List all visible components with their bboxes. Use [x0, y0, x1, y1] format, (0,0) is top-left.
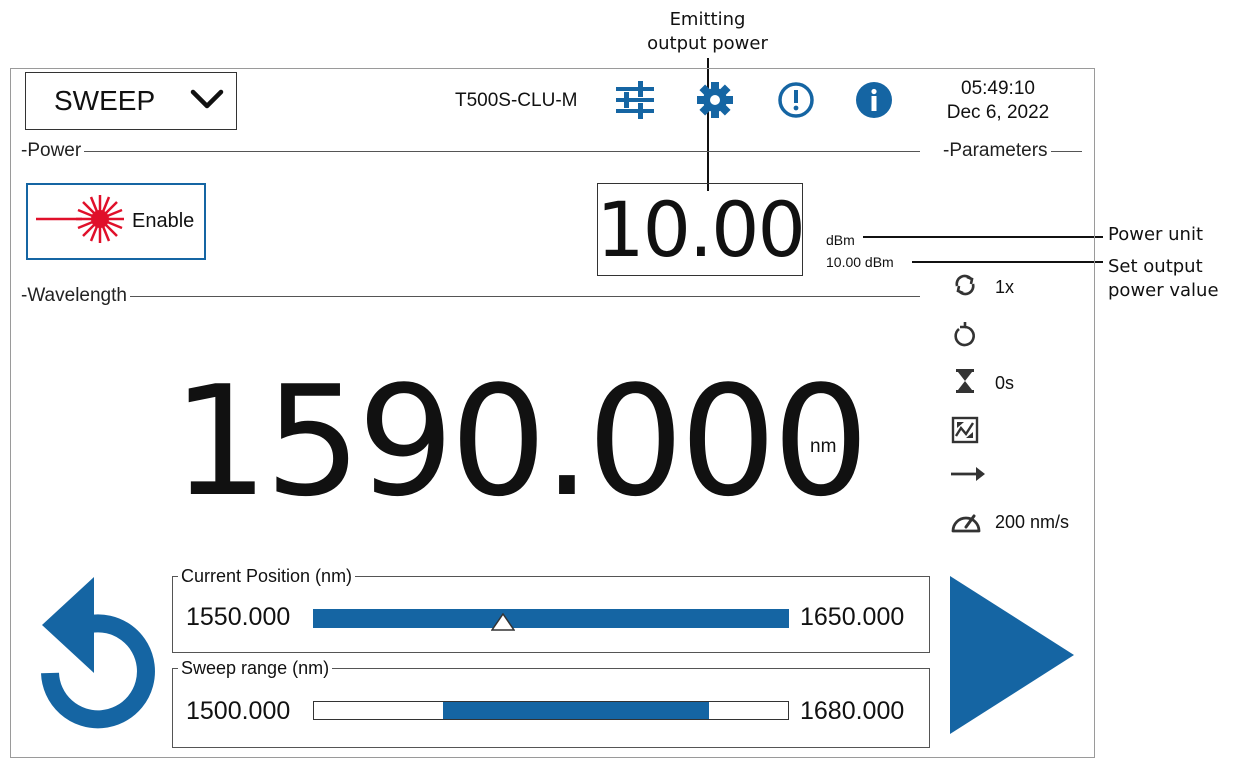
param-speed[interactable]: 200 nm/s — [949, 507, 1069, 538]
device-name: T500S-CLU-M — [455, 90, 578, 111]
arrow-right-icon — [950, 464, 986, 489]
sweep-range-bar[interactable] — [313, 701, 789, 720]
gear-icon[interactable] — [693, 78, 737, 122]
reset-sweep-button[interactable] — [22, 573, 162, 743]
laser-enable-label: Enable — [132, 210, 195, 232]
wavelength-unit: nm — [810, 436, 837, 457]
sweep-range-label: Sweep range (nm) — [178, 658, 333, 679]
param-reset[interactable] — [952, 320, 978, 353]
wavelength-section-title: -Wavelength — [18, 285, 130, 307]
param-dwell[interactable]: 0s — [952, 368, 1014, 399]
callout-emitting-line1: Emitting — [669, 9, 746, 30]
chevron-down-icon — [190, 88, 224, 115]
parameters-section-label: Parameters — [949, 140, 1048, 161]
callout-set-output-power: Set output power value — [1108, 255, 1219, 303]
set-power-value[interactable]: 10.00 dBm — [826, 254, 894, 270]
emitting-power-display: 10.00 — [596, 183, 806, 276]
trigger-icon — [951, 416, 979, 449]
mode-select[interactable]: SWEEP — [25, 72, 237, 130]
param-cycles[interactable]: 1x — [952, 272, 1014, 303]
parameters-section-title: -Parameters — [940, 140, 1051, 162]
callout-emitting-output-power: Emitting output power — [640, 8, 775, 56]
param-speed-value: 200 nm/s — [995, 512, 1070, 532]
sweep-range-max: 1680.000 — [800, 697, 905, 725]
clock-time: 05:49:10 — [961, 78, 1035, 99]
sliders-icon[interactable] — [613, 78, 657, 122]
repeat-icon — [952, 272, 978, 303]
param-dwell-value: 0s — [995, 373, 1015, 393]
callout-set-output-line2: power value — [1108, 280, 1219, 301]
speedometer-icon — [949, 507, 983, 538]
reset-icon — [952, 320, 978, 353]
mode-select-label: SWEEP — [54, 85, 156, 116]
wavelength-section-rule — [18, 296, 920, 297]
callout-set-output-line1: Set output — [1108, 256, 1203, 277]
current-position-label: Current Position (nm) — [178, 566, 356, 587]
laser-enable-button[interactable]: Enable — [26, 183, 206, 260]
callout-emitting-line2: output power — [647, 33, 768, 54]
sweep-range-fill — [442, 702, 710, 719]
alert-icon[interactable] — [774, 78, 818, 122]
wavelength-section-label: Wavelength — [27, 285, 127, 306]
param-direction[interactable] — [950, 464, 986, 489]
param-trigger[interactable] — [951, 416, 979, 449]
info-icon[interactable] — [852, 78, 896, 122]
current-position-max: 1650.000 — [800, 603, 905, 631]
start-sweep-button[interactable] — [948, 574, 1076, 736]
play-icon — [950, 576, 1074, 734]
power-section-rule — [18, 151, 920, 152]
callout-power-unit: Power unit — [1108, 224, 1204, 245]
param-cycles-value: 1x — [995, 277, 1015, 297]
power-section-title: -Power — [18, 140, 85, 162]
emitting-power-value: 10.00 — [596, 185, 806, 274]
current-position-marker[interactable] — [490, 612, 516, 636]
wavelength-value: 1590.000 — [172, 353, 869, 530]
undo-icon — [41, 577, 155, 729]
current-position-bar — [313, 609, 789, 628]
power-section-label: Power — [27, 140, 82, 161]
current-position-fill — [314, 610, 788, 627]
power-unit: dBm — [826, 232, 855, 248]
hourglass-icon — [952, 368, 978, 399]
sweep-range-min: 1500.000 — [186, 697, 291, 725]
laser-icon — [36, 189, 128, 254]
current-position-min: 1550.000 — [186, 603, 291, 631]
clock-date: Dec 6, 2022 — [946, 102, 1050, 123]
